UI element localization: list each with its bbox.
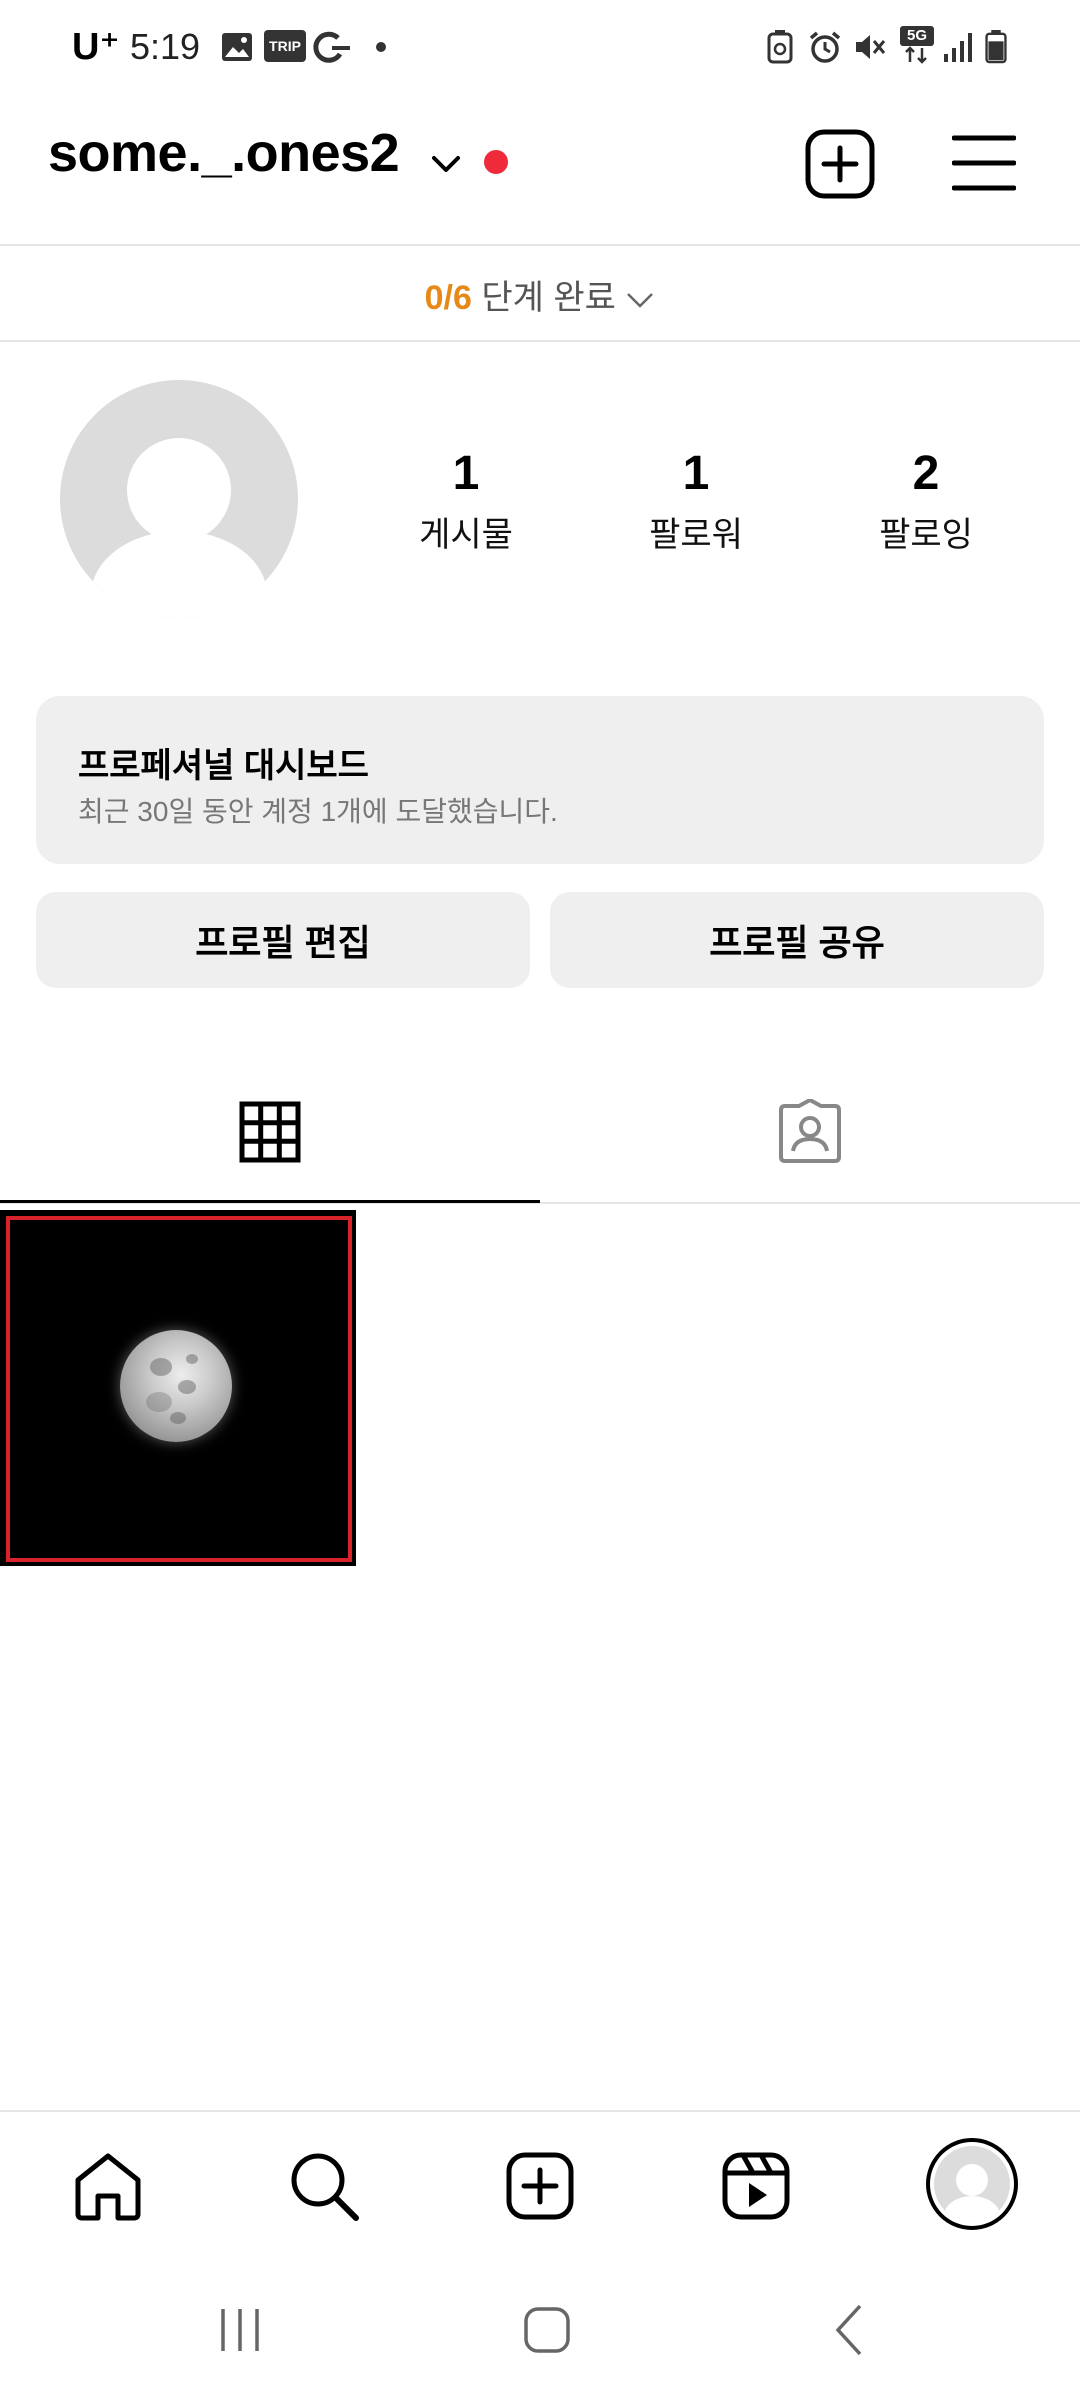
signal-icon xyxy=(944,33,972,62)
account-username[interactable]: some._.ones2 xyxy=(48,122,400,184)
posts-label: 게시물 xyxy=(419,516,513,554)
posts-count: 1 xyxy=(452,447,480,500)
share-profile-button[interactable]: 프로필 공유 xyxy=(550,892,1044,988)
nav-profile-avatar[interactable] xyxy=(926,2138,1018,2230)
cleaner-icon xyxy=(767,30,793,64)
professional-dashboard[interactable]: 프로페셔널 대시보드 최근 30일 동안 계정 1개에 도달했습니다. xyxy=(36,696,1044,864)
followers-label: 팔로워 xyxy=(649,516,743,554)
grid-icon xyxy=(239,1101,301,1163)
back-button[interactable] xyxy=(820,2300,880,2360)
dashboard-subtitle: 최근 30일 동안 계정 1개에 도달했습니다. xyxy=(78,796,558,827)
selection-outline xyxy=(6,1216,352,1562)
network-label: 5G xyxy=(900,26,934,46)
home-button-icon xyxy=(524,2307,570,2353)
nav-create[interactable] xyxy=(500,2146,580,2226)
trip-label: TRIP xyxy=(269,38,301,54)
alarm-icon xyxy=(809,31,841,63)
nav-home[interactable] xyxy=(68,2146,148,2226)
mute-icon xyxy=(856,35,886,59)
create-post-icon[interactable] xyxy=(804,128,876,200)
bottom-nav-divider xyxy=(0,2110,1080,2112)
reels-icon xyxy=(722,2152,790,2220)
steps-chevron-icon xyxy=(627,293,654,308)
post-thumbnail-moon[interactable] xyxy=(0,1210,356,1566)
battery-icon xyxy=(985,30,1007,64)
nav-profile-image xyxy=(934,2146,1010,2222)
g-icon xyxy=(313,31,350,63)
steps-progress[interactable]: 0/6 단계 완료 xyxy=(0,270,1080,319)
following-stat[interactable]: 2 팔로잉 xyxy=(826,446,1026,556)
search-icon xyxy=(291,2153,359,2221)
steps-divider xyxy=(0,340,1080,342)
home-icon xyxy=(75,2153,141,2221)
recent-apps-button[interactable] xyxy=(210,2300,270,2360)
chevron-down-icon[interactable] xyxy=(428,146,464,182)
active-tab-indicator xyxy=(0,1200,540,1203)
followers-count: 1 xyxy=(682,447,710,500)
default-avatar-icon xyxy=(91,438,267,618)
notification-dot xyxy=(484,150,508,174)
5g-icon: 5G xyxy=(900,26,934,66)
steps-label: 단계 완료 xyxy=(481,279,616,317)
profile-avatar[interactable] xyxy=(60,380,298,618)
following-count: 2 xyxy=(912,447,940,500)
create-icon xyxy=(506,2152,574,2220)
nav-reels[interactable] xyxy=(716,2146,796,2226)
home-button[interactable] xyxy=(512,2300,582,2360)
tab-tagged[interactable] xyxy=(540,1060,1080,1204)
tagged-person-icon xyxy=(779,1099,841,1163)
trip-badge-icon: TRIP xyxy=(264,30,306,62)
followers-stat[interactable]: 1 팔로워 xyxy=(596,446,796,556)
carrier-label: U⁺ xyxy=(72,26,120,68)
header-divider xyxy=(0,244,1080,246)
tab-posts-grid[interactable] xyxy=(0,1060,540,1204)
dot-icon xyxy=(376,42,386,52)
menu-icon[interactable] xyxy=(952,132,1016,194)
back-icon xyxy=(835,2304,862,2356)
nav-search[interactable] xyxy=(284,2146,364,2226)
dashboard-title: 프로페셔널 대시보드 xyxy=(78,747,369,785)
posts-stat[interactable]: 1 게시물 xyxy=(366,446,566,556)
status-bar: U⁺ 5:19 TRIP 5G xyxy=(0,0,1080,96)
gallery-icon xyxy=(222,33,252,61)
recent-apps-icon xyxy=(221,2309,259,2351)
steps-count: 0/6 xyxy=(424,279,472,317)
clock: 5:19 xyxy=(130,26,201,67)
following-label: 팔로잉 xyxy=(879,516,973,554)
edit-profile-button[interactable]: 프로필 편집 xyxy=(36,892,530,988)
